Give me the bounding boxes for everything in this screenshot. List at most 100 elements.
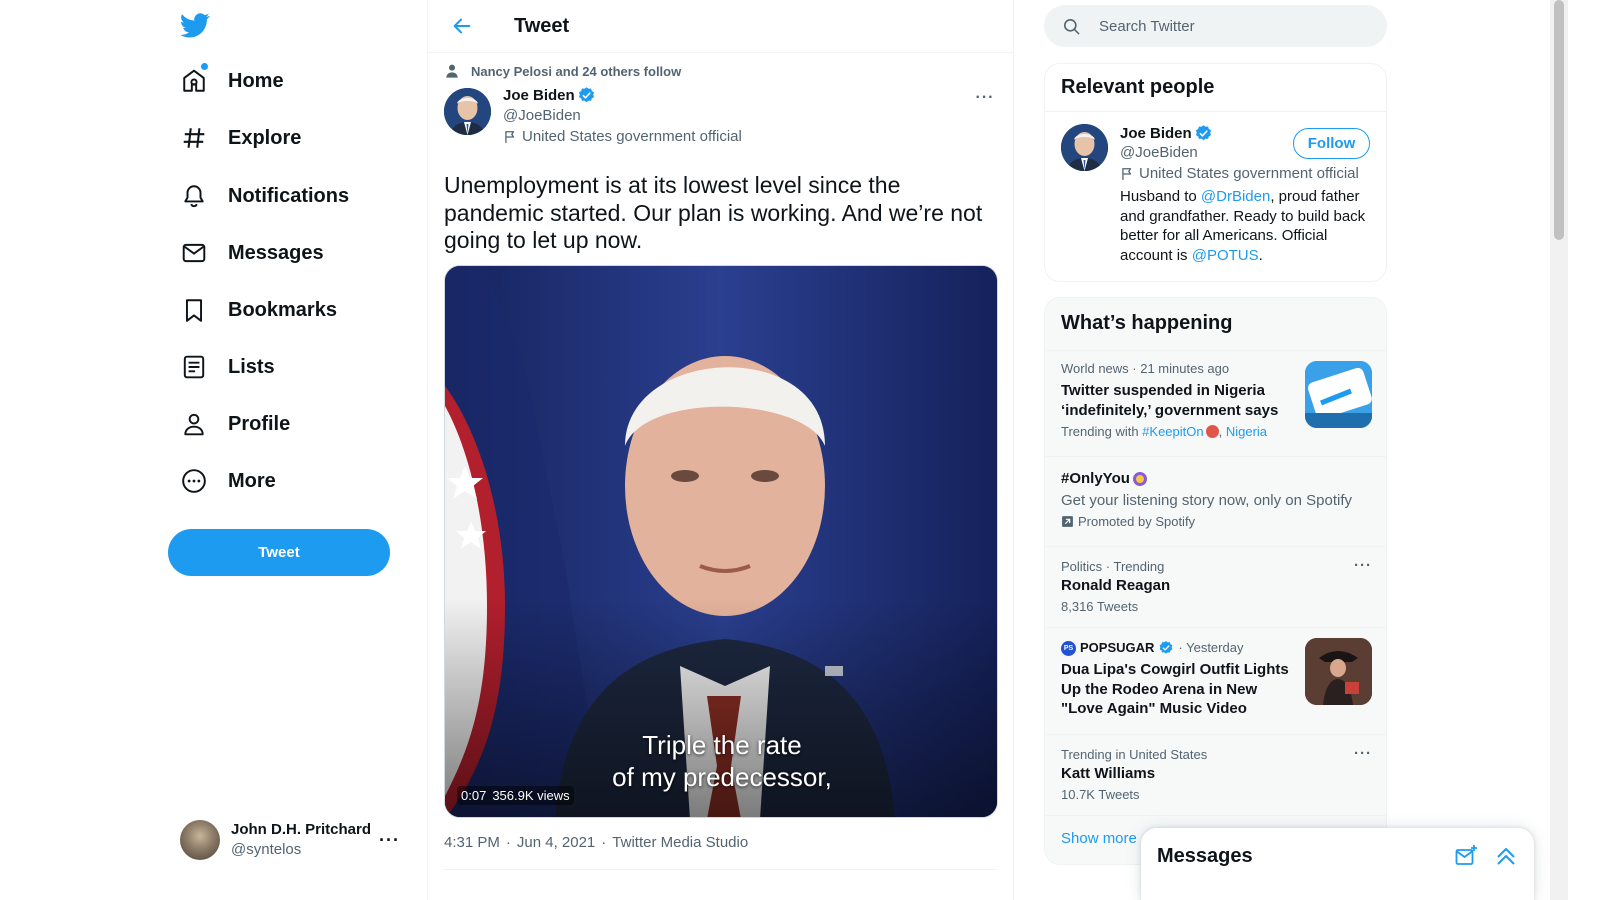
account-switcher[interactable]: John D.H. Pritchard @syntelos ··· [168,808,412,872]
trend-meta: Politics · Trending [1061,559,1165,574]
trend-title: Ronald Reagan [1061,577,1171,594]
page-header: Tweet [428,0,1013,53]
trend-item[interactable]: PS POPSUGAR · Yesterday Dua Lipa's Cowgi… [1045,627,1386,734]
more-dots-icon[interactable]: ··· [379,830,400,851]
home-icon [180,63,208,95]
emoji-icon [1205,425,1219,438]
scrollbar-thumb[interactable] [1554,0,1564,240]
search-box[interactable] [1044,5,1387,47]
hashtag-icon [180,124,208,152]
list-icon [180,353,208,381]
divider [444,869,997,870]
nav-item-more[interactable]: More [176,456,288,506]
back-button[interactable] [444,8,480,44]
messages-drawer[interactable]: Messages [1141,828,1534,900]
promoted-title-row: #OnlyYou [1061,469,1372,489]
twitter-logo-icon[interactable] [180,10,212,42]
scrollbar[interactable] [1550,0,1568,900]
trend-context-text: Trending with [1061,424,1143,439]
nav-label-home: Home [228,69,284,92]
hashtag-link[interactable]: #KeepitOn [1142,424,1203,439]
whats-happening-title: What’s happening [1061,312,1233,334]
tweet-time[interactable]: 4:31 PM [444,834,500,851]
mention-link[interactable]: @POTUS [1192,247,1259,264]
verified-badge-icon [1195,125,1211,141]
person-icon [446,64,458,78]
trend-count: 8,316 Tweets [1061,598,1139,614]
author-affiliation: United States government official [503,128,742,145]
trend-count: 10.7K Tweets [1061,786,1140,802]
whats-happening-panel: What’s happening World news · 21 minutes… [1044,297,1387,865]
social-context[interactable]: Nancy Pelosi and 24 others follow [444,63,681,79]
bell-icon [180,182,208,210]
trend-thumbnail [1305,361,1372,428]
search-input[interactable] [1099,17,1359,35]
nav-item-notifications[interactable]: Notifications [176,171,361,221]
tweet-video[interactable]: Triple the rate of my predecessor, 0:07 … [444,265,998,818]
verified-badge-icon [578,87,594,103]
nav-item-messages[interactable]: Messages [176,228,336,278]
relevant-person-affiliation: United States government official [1120,165,1372,182]
account-name: John D.H. Pritchard [231,821,372,838]
envelope-icon [180,239,208,267]
mention-link[interactable]: @DrBiden [1201,188,1270,205]
tweet-source[interactable]: Twitter Media Studio [612,834,748,851]
trend-context-text: , [1218,424,1226,439]
promoted-description: Get your listening story now, only on Sp… [1061,491,1352,509]
avatar [180,820,220,860]
trend-title: Dua Lipa's Cowgirl Outfit Lights Up the … [1061,661,1289,717]
author-name[interactable]: Joe Biden [503,87,575,104]
nav-item-profile[interactable]: Profile [176,399,302,449]
author-avatar[interactable] [444,88,491,135]
tweet-text: Unemployment is at its lowest level sinc… [444,172,983,253]
left-navigation: Home Explore Notifications Messages Book… [0,0,427,900]
search-icon [1063,18,1080,34]
person-icon [180,410,208,438]
follow-button[interactable]: Follow [1293,128,1370,159]
video-duration: 0:07 [461,788,487,803]
more-circle-icon [180,467,208,495]
author-handle[interactable]: @JoeBiden [503,107,742,124]
promoted-by: Promoted by Spotify [1061,513,1372,531]
trend-more-button[interactable]: ··· [1354,745,1372,762]
flag-icon [505,130,515,143]
avatar[interactable] [1061,124,1108,171]
nav-item-bookmarks[interactable]: Bookmarks [176,285,349,335]
messages-drawer-title: Messages [1157,845,1253,867]
video-views: 356.9K views [492,788,570,803]
relevant-people-title: Relevant people [1045,64,1386,112]
tweet-compose-button[interactable]: Tweet [168,529,390,576]
nav-label-more: More [228,469,276,492]
chevron-up-double-icon[interactable] [1494,844,1518,868]
topic-link[interactable]: Nigeria [1226,424,1267,439]
nav-item-explore[interactable]: Explore [176,113,313,163]
new-message-icon[interactable] [1454,844,1478,868]
page-margin [1568,0,1600,900]
trend-item[interactable]: Politics · Trending Ronald Reagan 8,316 … [1045,546,1386,627]
main-column: Tweet Nancy Pelosi and 24 others follow … [427,0,1014,900]
trend-title: #OnlyYou [1061,470,1130,487]
video-stats: 0:07 356.9K views [457,786,574,805]
trend-item[interactable]: World news · 21 minutes ago Twitter susp… [1045,350,1386,456]
separator: · [505,834,511,851]
tweet-date[interactable]: Jun 4, 2021 [517,834,595,851]
subtitle-line: Triple the rate [642,730,802,760]
relevant-person-name[interactable]: Joe Biden [1120,125,1192,142]
nav-item-lists[interactable]: Lists [176,342,287,392]
nav-label-notifications: Notifications [228,184,350,207]
trend-item-promoted[interactable]: #OnlyYou Get your listening story now, o… [1045,456,1386,546]
tweet-more-button[interactable]: ··· [971,86,999,110]
right-sidebar: Relevant people Joe Biden @JoeBiden Unit… [1044,0,1387,900]
trend-item[interactable]: Trending in United States Katt Williams … [1045,734,1386,815]
trend-more-button[interactable]: ··· [1354,557,1372,574]
nav-item-home[interactable]: Home [176,56,296,106]
promoted-by-text: Promoted by Spotify [1078,513,1196,529]
trend-title: Twitter suspended in Nigeria ‘indefinite… [1061,382,1279,419]
verified-badge-icon [1160,641,1173,654]
promoted-icon [1062,516,1073,527]
show-more-link[interactable]: Show more [1061,830,1137,847]
account-handle: @syntelos [231,841,302,858]
notification-dot [201,63,208,70]
page-title: Tweet [514,14,570,37]
trend-source: POPSUGAR [1080,640,1155,655]
